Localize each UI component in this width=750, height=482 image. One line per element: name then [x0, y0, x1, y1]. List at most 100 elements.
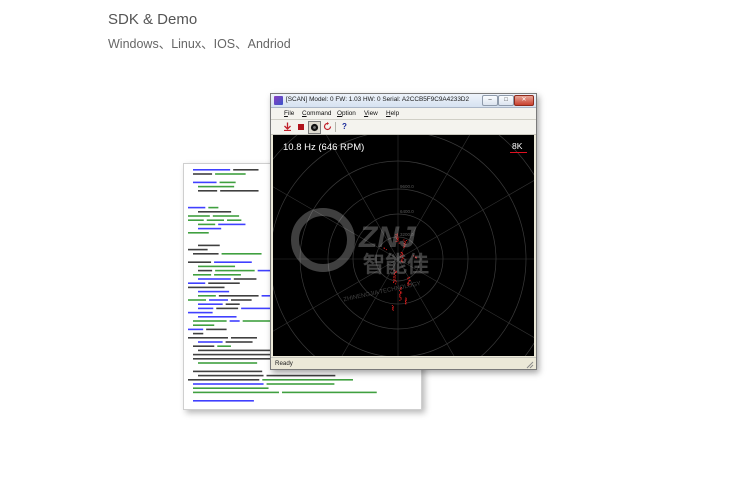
code-line: [193, 387, 269, 389]
code-line: [233, 169, 259, 171]
code-line: [198, 295, 216, 297]
scan-point: [399, 296, 401, 298]
ring-label: 6400.0: [400, 209, 414, 214]
code-line: [193, 181, 217, 184]
scan-point: [405, 299, 407, 301]
code-line: [215, 269, 255, 272]
menu-option[interactable]: Option: [337, 110, 356, 117]
code-line: [212, 215, 240, 217]
scan-point: [404, 299, 406, 301]
scan-point: [404, 300, 406, 302]
code-line: [198, 185, 235, 188]
app-icon: [274, 96, 283, 105]
refresh-button[interactable]: [322, 121, 333, 132]
code-line: [198, 374, 264, 377]
sample-rate-underline: [510, 152, 527, 153]
menu-view[interactable]: View: [364, 110, 378, 117]
code-line: [266, 383, 335, 385]
menu-command[interactable]: Command: [302, 110, 332, 117]
code-line: [216, 307, 239, 310]
code-line: [188, 232, 209, 234]
toolbar: ?: [271, 120, 536, 135]
code-line: [209, 299, 229, 301]
scan-plot: 9600.06400.03200.0 ZNJ 智能佳 ZHINENGJIA TE…: [273, 135, 534, 356]
code-line: [208, 282, 240, 284]
code-line: [193, 324, 215, 326]
scan-point: [393, 280, 395, 282]
znj-watermark: ZNJ 智能佳 ZHINENGJIA TECHNOLOGY: [291, 208, 429, 303]
scan-point: [407, 278, 409, 280]
sample-rate-badge: 8K: [512, 141, 523, 151]
scan-point: [391, 305, 393, 307]
code-line: [218, 223, 246, 226]
code-line: [193, 332, 204, 335]
minimize-button[interactable]: –: [482, 95, 498, 106]
scan-point: [399, 299, 401, 301]
code-line: [217, 345, 231, 347]
code-line: [193, 274, 212, 276]
scan-point: [394, 279, 396, 281]
connect-icon: [284, 122, 291, 131]
code-line: [188, 219, 204, 221]
refresh-icon: [323, 122, 332, 131]
close-button[interactable]: ✕: [514, 95, 534, 106]
record-button[interactable]: [308, 121, 321, 134]
code-line: [188, 261, 212, 263]
code-line: [198, 211, 232, 213]
code-line: [188, 299, 207, 301]
code-line: [198, 316, 237, 318]
scan-view[interactable]: 9600.0 6400.0 3200.0 ZNJ 智能佳 ZHINENGJIA TE…: [273, 135, 534, 356]
scan-point: [395, 281, 397, 283]
scan-point: [399, 295, 401, 297]
resize-grip-icon[interactable]: [526, 361, 534, 369]
code-line: [233, 278, 257, 280]
window-title: [SCAN] Model: 0 FW: 1.03 HW: 0 Serial: A…: [286, 96, 470, 103]
scan-point: [392, 309, 394, 311]
stop-button[interactable]: [295, 121, 306, 132]
code-line: [198, 269, 213, 272]
watermark-brand: ZNJ: [358, 221, 417, 254]
page-subtitle: Windows、Linux、IOS、Andriod: [108, 37, 291, 51]
code-line: [241, 307, 271, 310]
code-line: [193, 345, 215, 347]
watermark-logo-icon: [291, 208, 355, 272]
code-line: [214, 274, 241, 276]
code-line: [281, 391, 377, 394]
code-line: [214, 261, 252, 263]
menu-help[interactable]: Help: [386, 110, 399, 117]
code-line: [219, 181, 236, 184]
scan-point: [400, 291, 402, 293]
code-line: [193, 400, 254, 402]
scan-point: [401, 292, 403, 294]
scan-point: [409, 280, 411, 282]
code-line: [198, 223, 216, 226]
menu-bar: File Command Option View Help: [271, 108, 536, 120]
window-titlebar[interactable]: [SCAN] Model: 0 FW: 1.03 HW: 0 Serial: A…: [271, 94, 536, 108]
scan-point: [405, 301, 407, 303]
code-line: [193, 173, 213, 175]
code-line: [188, 215, 210, 217]
scan-point: [392, 308, 394, 310]
maximize-icon: □: [504, 97, 508, 103]
code-line: [208, 206, 219, 209]
code-line: [193, 169, 231, 171]
code-line: [220, 190, 259, 192]
code-line: [215, 173, 246, 175]
stop-icon: [297, 123, 304, 130]
code-line: [225, 341, 253, 343]
code-line: [193, 253, 219, 255]
code-line: [198, 307, 214, 310]
scan-point: [393, 278, 395, 280]
help-button[interactable]: ?: [339, 121, 350, 132]
help-icon: ?: [342, 122, 347, 131]
maximize-button[interactable]: □: [498, 95, 514, 106]
scan-point: [392, 306, 394, 308]
scan-point: [400, 296, 402, 298]
page-title: SDK & Demo: [108, 11, 198, 28]
menu-file[interactable]: File: [284, 110, 294, 117]
scan-app-window: [SCAN] Model: 0 FW: 1.03 HW: 0 Serial: A…: [270, 93, 537, 370]
code-line: [206, 219, 225, 221]
code-line: [266, 374, 336, 377]
code-line: [262, 379, 353, 381]
connect-button[interactable]: [282, 121, 293, 132]
